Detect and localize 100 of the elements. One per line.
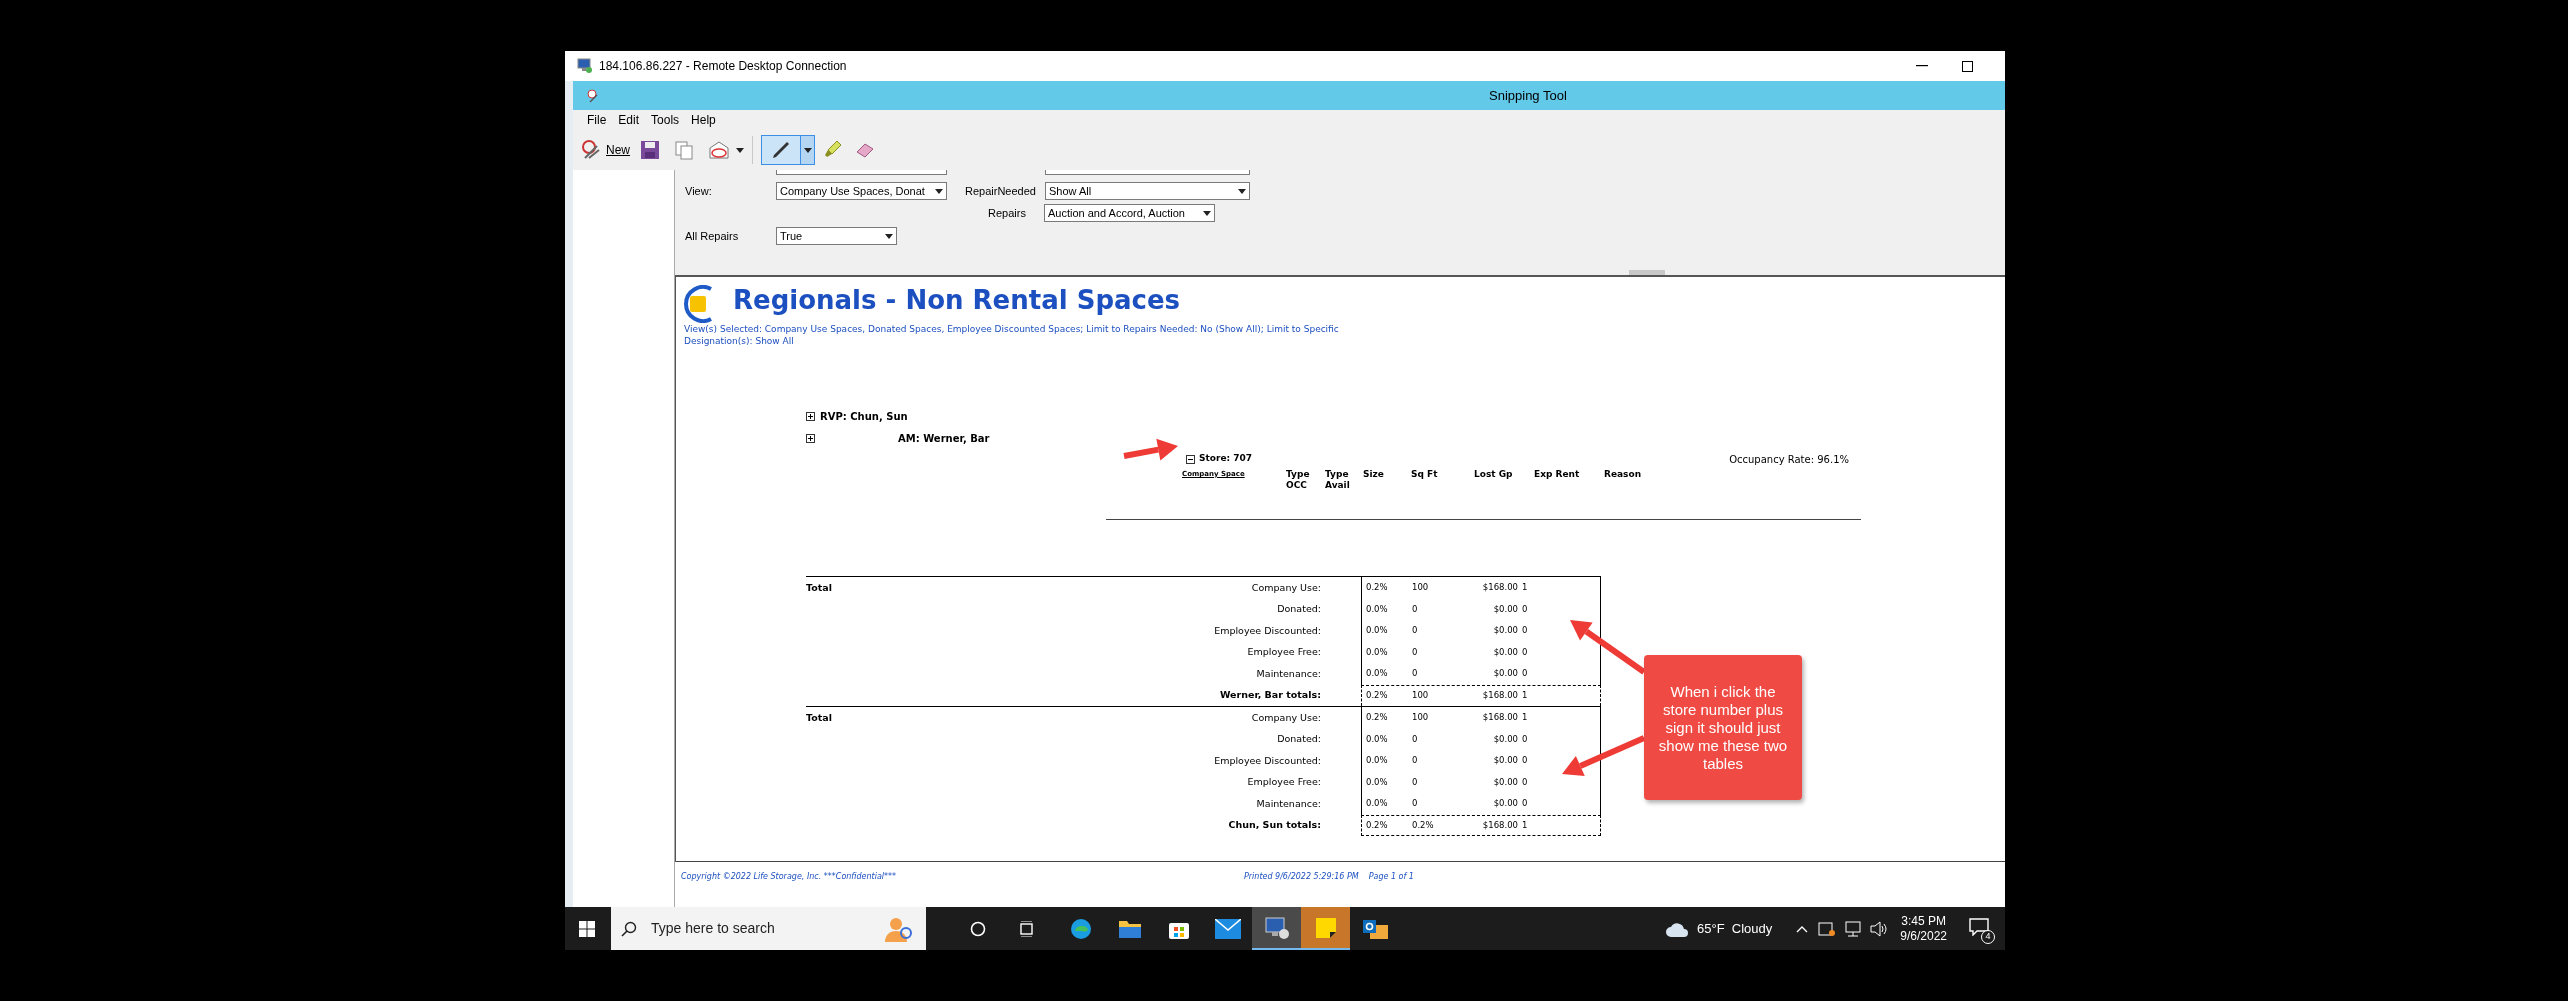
logo-icon	[681, 285, 715, 323]
table-cell-text: 0.2%	[1366, 581, 1389, 595]
table-cell-text: 0	[1412, 797, 1419, 811]
table-cell-text: 0	[1412, 732, 1419, 746]
table-cell-text: 0.0%	[1366, 602, 1389, 616]
table-cell-text: $0.00	[1492, 624, 1518, 638]
dropdown-field[interactable]	[776, 170, 947, 175]
total-heading: Total	[806, 710, 832, 725]
table-cell: 0	[1522, 732, 1528, 746]
minimize-icon[interactable]	[1916, 65, 1928, 67]
network-icon[interactable]	[1844, 920, 1863, 937]
dropdown-field[interactable]: Company Use Spaces, Donat	[776, 182, 947, 200]
table-cell-text: 0.0%	[1366, 624, 1389, 638]
footer-page: Page 1 of 1	[1368, 871, 1414, 883]
column-header: Sq Ft	[1411, 469, 1439, 481]
table-cell-text: 0.0%	[1366, 732, 1389, 746]
expand-icon[interactable]	[806, 411, 815, 421]
total-label: Employee Free:	[1247, 645, 1321, 660]
pen-icon	[770, 139, 792, 161]
column-header: Exp Rent	[1534, 469, 1581, 481]
table-cell-text: 0	[1412, 667, 1419, 681]
total-label: Werner, Bar totals:	[1219, 688, 1321, 703]
total-heading: Total	[806, 580, 832, 595]
table-cell-text: 0.0%	[1366, 775, 1389, 789]
menu-item[interactable]: Help	[691, 111, 716, 129]
dropdown-field[interactable]	[1045, 170, 1250, 175]
clock[interactable]: 3:45 PM 9/6/2022	[1900, 913, 1947, 944]
field-label: View:	[685, 183, 713, 199]
table-cell-text: $0.00	[1492, 602, 1518, 616]
total-label: Company Use:	[1251, 580, 1321, 595]
table-cell-text: 0.2%	[1366, 818, 1389, 832]
total-label: Maintenance:	[1256, 666, 1321, 681]
table-cell-text: 0.0%	[1366, 667, 1389, 681]
table-cell-text: 0.2%	[1366, 689, 1389, 703]
table-cell: 0	[1522, 775, 1528, 789]
splitter-handle[interactable]	[1629, 270, 1665, 275]
pen-tool-button[interactable]	[761, 135, 815, 165]
sticky-note-icon	[1314, 916, 1337, 939]
remote-desktop-icon	[577, 58, 593, 74]
table-cell-text: 100	[1412, 689, 1430, 703]
report-title: Regionals - Non Rental Spaces	[733, 285, 1181, 315]
table-cell: 0	[1522, 797, 1528, 811]
monitor-icon	[1263, 915, 1290, 940]
table-cell-text: $168.00	[1481, 581, 1518, 595]
column-header: Lost Gp	[1474, 469, 1514, 481]
total-label: Maintenance:	[1256, 796, 1321, 811]
expand-icon[interactable]	[806, 433, 815, 443]
maximize-icon[interactable]	[1962, 60, 1973, 72]
weather-text[interactable]: 65°F Cloudy	[1697, 918, 1773, 939]
dropdown-field[interactable]: Show All	[1045, 182, 1250, 200]
menu-item[interactable]: Edit	[618, 111, 640, 129]
total-label: Employee Discounted:	[1214, 753, 1321, 768]
table-cell-text: $0.00	[1492, 732, 1518, 746]
group-heading: AM: Werner, Bar	[898, 431, 990, 446]
column-header: Size	[1363, 469, 1385, 481]
menu-item[interactable]: File	[587, 111, 607, 129]
table-cell-text: $0.00	[1492, 775, 1518, 789]
speaker-icon[interactable]	[1870, 920, 1889, 937]
envelope-icon	[1214, 918, 1241, 939]
table-cell: 0	[1522, 624, 1528, 638]
field-label: All Repairs	[685, 228, 740, 244]
envelope-icon[interactable]	[708, 140, 730, 160]
search-icon	[621, 920, 637, 937]
chevron-up-icon[interactable]	[1796, 924, 1809, 933]
table-cell-text: $168.00	[1481, 689, 1518, 703]
windows-start-icon[interactable]	[579, 920, 595, 937]
table-cell-text: 0	[1412, 775, 1419, 789]
report-subtitle: View(s) Selected: Company Use Spaces, Donated Spaces, Employee Discounted Spaces; Limit to Repairs Needed: No (Show All); Limit to Specific Designation(s): Show All	[684, 323, 1340, 347]
window-title: 184.106.86.227 - Remote Desktop Connection	[599, 58, 847, 75]
total-label: Employee Discounted:	[1214, 623, 1321, 638]
total-label: Donated:	[1277, 602, 1321, 617]
tray-app-icon[interactable]	[1818, 920, 1837, 937]
table-cell-text: $0.00	[1492, 645, 1518, 659]
save-icon[interactable]	[640, 140, 660, 160]
table-cell: 0	[1522, 645, 1528, 659]
task-view-icon[interactable]	[1018, 920, 1036, 937]
table-cell-text: 0.0%	[1366, 797, 1389, 811]
search-field[interactable]: Type here to search	[611, 907, 926, 950]
new-button[interactable]: New	[581, 139, 630, 161]
table-cell-text: 0.0%	[1366, 754, 1389, 768]
group-heading: RVP: Chun, Sun	[820, 409, 908, 424]
notification-count: 4	[1981, 929, 1995, 944]
menu-item[interactable]: Tools	[651, 111, 680, 129]
circle-icon[interactable]	[970, 920, 986, 937]
table-cell-text: $0.00	[1492, 797, 1518, 811]
dropdown-field[interactable]: True	[776, 227, 897, 245]
collapse-icon[interactable]	[1186, 454, 1195, 464]
table-cell-text: 0	[1412, 645, 1419, 659]
app-title: Snipping Tool	[1489, 86, 1567, 105]
store-heading[interactable]: Store: 707	[1199, 452, 1253, 466]
dropdown-field[interactable]: Auction and Accord, Auction	[1044, 204, 1215, 222]
table-cell: 1	[1522, 689, 1528, 703]
edge-icon	[1068, 916, 1093, 941]
taskbar-app-button[interactable]	[1252, 907, 1301, 950]
caret-icon	[935, 188, 943, 194]
caret-icon	[1203, 210, 1211, 216]
table-cell-text: 0	[1412, 602, 1419, 616]
field-label: RepairNeeded	[965, 183, 1037, 199]
footer-printed: Printed 9/6/2022 5:29:16 PM	[1244, 871, 1359, 883]
cloud-icon	[1665, 920, 1689, 937]
